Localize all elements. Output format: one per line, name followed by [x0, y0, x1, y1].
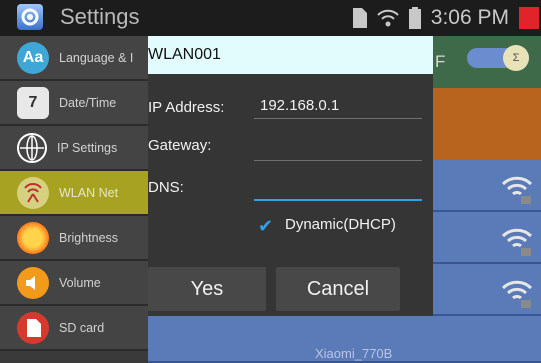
sd-card-status-icon	[351, 8, 367, 28]
clock: 3:06 PM	[430, 6, 509, 29]
wlan-icon	[17, 176, 49, 209]
volume-icon	[17, 266, 49, 299]
sidebar-item-label: Brightness	[59, 230, 119, 245]
toggle-knob: Σ	[503, 45, 529, 71]
sidebar-item-sd-card[interactable]: SD card	[0, 306, 148, 351]
cancel-button[interactable]: Cancel	[276, 267, 400, 311]
app-title: Settings	[60, 4, 140, 29]
sidebar-item-label: IP Settings	[57, 140, 118, 155]
status-indicators: 3:06 PM	[341, 0, 541, 36]
sidebar-item-wlan-net[interactable]: WLAN Net	[0, 171, 148, 216]
status-bar: Settings 3:06 PM	[0, 0, 541, 36]
wlan-toggle[interactable]: Σ	[467, 45, 529, 71]
wlan-toggle-label: F	[435, 52, 446, 71]
globe-icon	[17, 132, 47, 163]
ip-address-underline	[254, 118, 422, 119]
dhcp-checkbox[interactable]: ✔	[258, 216, 273, 237]
dhcp-label[interactable]: Dynamic(DHCP)	[285, 216, 396, 233]
sidebar-item-label: Language & I	[59, 50, 134, 65]
sd-card-icon	[17, 311, 49, 344]
sidebar-item-ip-settings[interactable]: IP Settings	[0, 126, 148, 171]
close-icon[interactable]	[519, 7, 539, 29]
wifi-signal-icon	[501, 176, 533, 204]
language-icon: Aa	[17, 41, 49, 74]
sidebar-item-brightness[interactable]: Brightness	[0, 216, 148, 261]
sidebar-item-volume[interactable]: Volume	[0, 261, 148, 306]
network-name: Xiaomi_770B	[315, 346, 393, 361]
calendar-icon: 7	[17, 86, 49, 119]
wifi-status-icon	[377, 8, 399, 28]
network-row[interactable]: Xiaomi_770B	[148, 316, 541, 363]
wifi-signal-icon	[501, 280, 533, 308]
sidebar-item-label: WLAN Net	[59, 185, 119, 200]
wlan-config-dialog: WLAN001 IP Address: 192.168.0.1 Gateway:…	[148, 36, 433, 316]
brightness-icon	[17, 221, 49, 254]
gateway-input[interactable]	[254, 160, 422, 161]
dns-label: DNS:	[148, 179, 184, 196]
sidebar-item-date-time[interactable]: 7 Date/Time	[0, 81, 148, 126]
yes-button[interactable]: Yes	[148, 267, 266, 311]
dns-input[interactable]	[254, 199, 422, 201]
settings-app-icon	[17, 4, 43, 30]
battery-icon	[408, 7, 421, 29]
sidebar-item-language[interactable]: Aa Language & I	[0, 36, 148, 81]
gateway-label: Gateway:	[148, 137, 212, 154]
ip-address-input[interactable]: 192.168.0.1	[260, 97, 339, 114]
ip-address-label: IP Address:	[148, 99, 225, 116]
sidebar-item-label: SD card	[59, 320, 105, 335]
sidebar: Aa Language & I 7 Date/Time IP Settings …	[0, 36, 148, 363]
dialog-title: WLAN001	[148, 36, 433, 74]
sidebar-item-label: Date/Time	[59, 95, 117, 110]
sidebar-item-label: Volume	[59, 275, 101, 290]
wifi-signal-icon	[501, 228, 533, 256]
